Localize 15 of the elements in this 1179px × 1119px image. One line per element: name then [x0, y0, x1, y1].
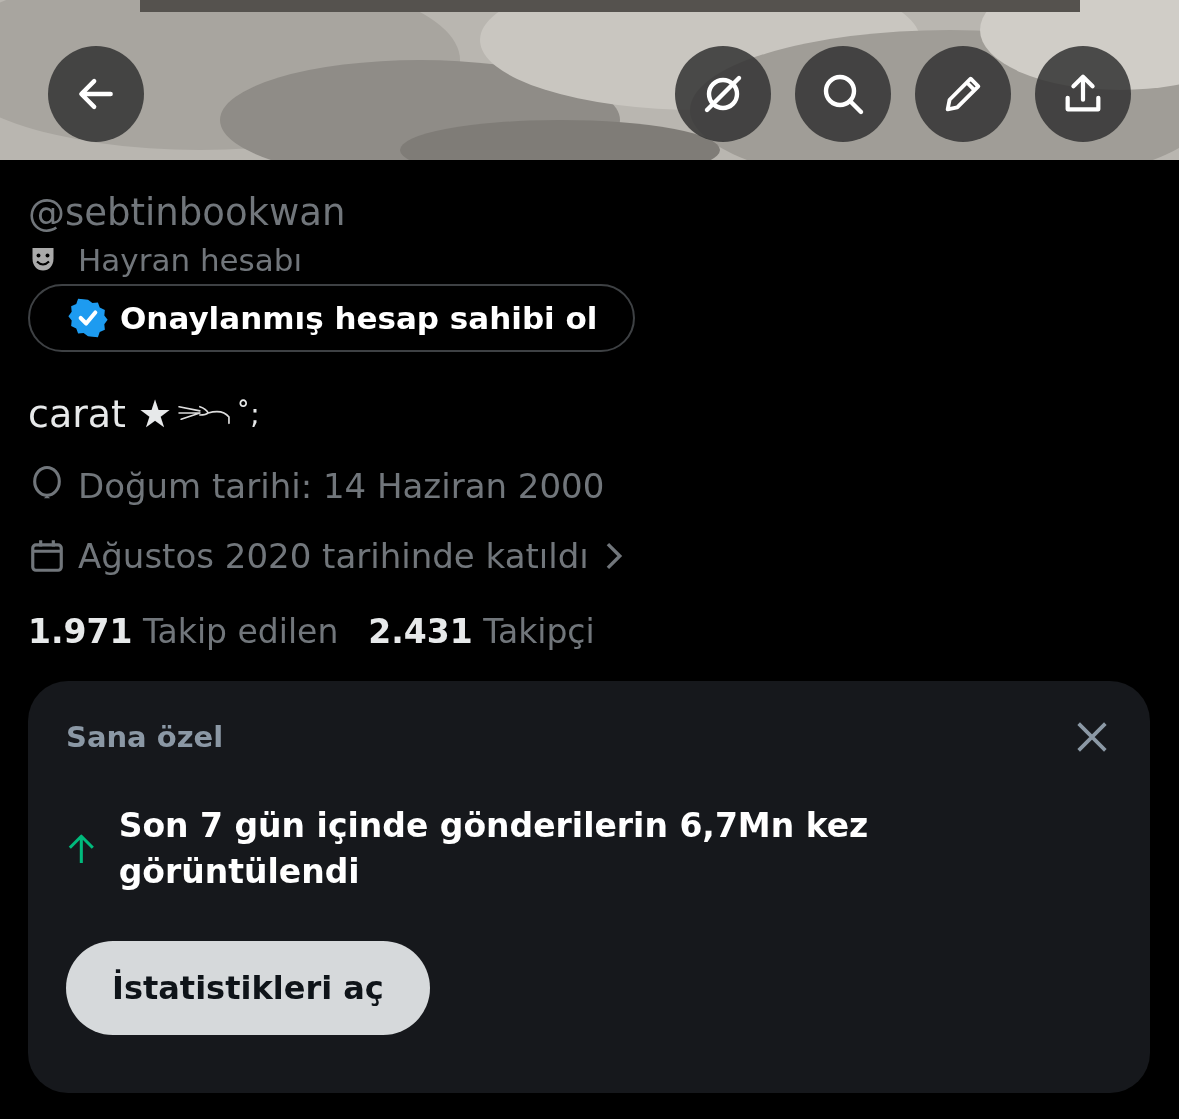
flower-icon — [178, 403, 231, 425]
verified-badge-icon — [66, 296, 110, 340]
card-title: Sana özel — [66, 720, 224, 754]
calendar-icon — [28, 537, 66, 575]
views-message: Son 7 gün içinde gönderilerin 6,7Mn kez görüntülendi — [118, 805, 870, 893]
get-verified-button[interactable]: Onaylanmış hesap sahibi ol — [28, 284, 636, 352]
bio-text: carat ★ — [28, 392, 173, 436]
username-handle: @sebtinbookwan — [28, 190, 347, 236]
following-link[interactable]: 1.971 Takip edilen — [28, 612, 339, 651]
followers-link[interactable]: 2.431 Takipçi — [368, 612, 595, 651]
birthday-text: Doğum tarihi: 14 Haziran 2000 — [78, 466, 605, 506]
account-category: Hayran hesabı — [78, 242, 303, 278]
joined-date-text[interactable]: Ağustos 2020 tarihinde katıldı — [78, 536, 589, 576]
bio-symbol: ˚; — [236, 397, 260, 431]
open-analytics-button[interactable]: İstatistikleri aç — [66, 941, 430, 1035]
